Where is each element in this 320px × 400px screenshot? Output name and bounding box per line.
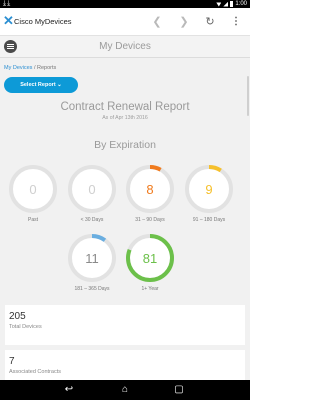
main-content[interactable]: My Devices / Reports Select Report ⌄ Con… <box>0 58 250 380</box>
page-title: My Devices <box>99 41 151 52</box>
battery-icon <box>230 1 234 7</box>
menu-icon[interactable] <box>4 40 17 53</box>
breadcrumb-separator: / <box>33 65 36 71</box>
forward-arrow-icon[interactable]: ❯ <box>177 15 191 29</box>
gauge-ring: 11 <box>68 234 116 282</box>
gauge-label: 181 – 365 Days <box>74 286 110 292</box>
expiration-gauge[interactable]: 8 31 – 90 Days <box>125 164 175 224</box>
select-report-button[interactable]: Select Report ⌄ <box>4 77 78 93</box>
gauge-value: 0 <box>88 182 95 197</box>
gauge-label: 31 – 90 Days <box>135 217 165 223</box>
expiration-gauge[interactable]: 81 1+ Year <box>125 233 175 293</box>
gauge-ring: 0 <box>68 165 116 213</box>
navigation-bar: ↩ ⌂ ▢ <box>0 380 250 400</box>
gauge-value: 0 <box>29 182 36 197</box>
app-header: My Devices <box>0 36 250 58</box>
gauge-ring: 9 <box>185 165 233 213</box>
gauge-ring: 0 <box>9 165 57 213</box>
gauge-value: 11 <box>85 251 99 266</box>
expiration-gauge[interactable]: 0 Past <box>8 164 58 224</box>
browser-toolbar: ✕ Cisco MyDevices ❮ ❯ ↻ ⋮ <box>0 8 250 36</box>
close-icon[interactable]: ✕ <box>3 14 14 28</box>
browser-title: Cisco MyDevices <box>14 17 72 26</box>
gauge-label: 91 – 180 Days <box>192 217 226 223</box>
gauge-ring: 8 <box>126 165 174 213</box>
more-options-icon[interactable]: ⋮ <box>229 15 243 29</box>
signal-icon <box>223 1 229 7</box>
breadcrumb-current: Reports <box>37 65 57 71</box>
expiration-gauge[interactable]: 9 91 – 180 Days <box>184 164 234 224</box>
status-time: 1:00 <box>235 1 247 7</box>
total-devices-value: 205 <box>9 311 26 322</box>
section-title: By Expiration <box>94 139 156 151</box>
gauge-ring: 81 <box>126 234 174 282</box>
breadcrumb: My Devices / Reports <box>4 64 56 72</box>
expiration-gauge[interactable]: 0 < 30 Days <box>67 164 117 224</box>
nav-home-icon[interactable]: ⌂ <box>118 385 132 395</box>
gauge-label: 1+ Year <box>141 286 159 292</box>
status-bar: ⤓⤓ 1:00 <box>0 0 250 8</box>
download-icon: ⤓⤓ <box>3 0 12 7</box>
gauge-value: 8 <box>146 182 153 197</box>
nav-back-icon[interactable]: ↩ <box>62 385 76 395</box>
associated-contracts-value: 7 <box>9 356 15 367</box>
total-devices-label: Total Devices <box>9 324 42 330</box>
wifi-icon <box>216 2 222 7</box>
gauge-value: 81 <box>143 251 157 266</box>
nav-recent-apps-icon[interactable]: ▢ <box>172 385 186 395</box>
back-arrow-icon[interactable]: ❮ <box>150 15 164 29</box>
report-date: As of Apr 13th 2016 <box>102 115 148 121</box>
total-devices-card[interactable]: 205 Total Devices <box>5 305 245 345</box>
gauge-value: 9 <box>205 182 212 197</box>
gauge-label: < 30 Days <box>80 217 104 223</box>
reload-icon[interactable]: ↻ <box>203 15 217 29</box>
associated-contracts-label: Associated Contracts <box>9 369 61 375</box>
expiration-gauge[interactable]: 11 181 – 365 Days <box>67 233 117 293</box>
associated-contracts-card[interactable]: 7 Associated Contracts <box>5 350 245 380</box>
report-title: Contract Renewal Report <box>60 101 190 113</box>
breadcrumb-link-my-devices[interactable]: My Devices <box>4 65 32 71</box>
gauge-label: Past <box>27 217 38 223</box>
